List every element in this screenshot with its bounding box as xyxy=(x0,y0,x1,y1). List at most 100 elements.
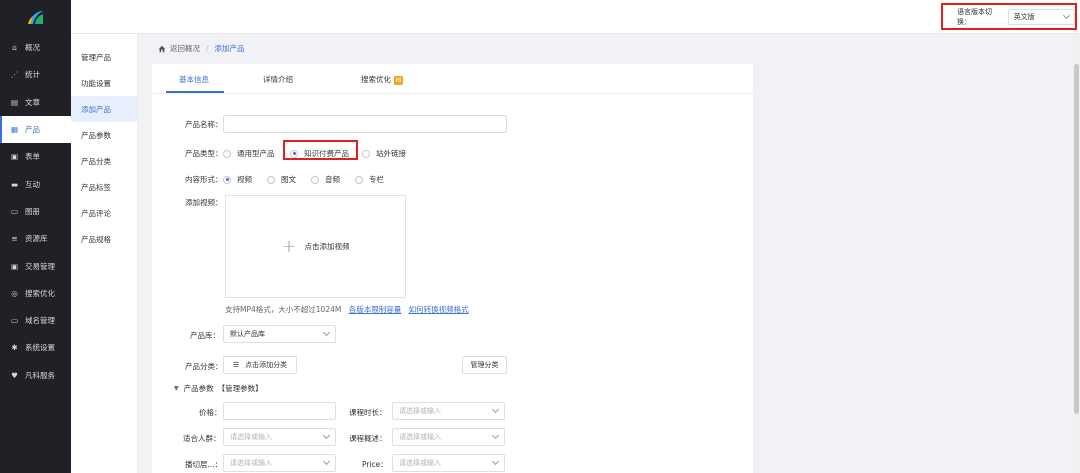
add-video-label: 添加视频： xyxy=(185,198,223,207)
subnav-item-1[interactable]: 功能设置 xyxy=(71,70,137,96)
chevron-down-icon xyxy=(491,405,500,414)
duration-select[interactable]: 请选择或输入 xyxy=(392,402,505,420)
sidebar-item-12[interactable]: ♥ 凡科服务 xyxy=(0,362,71,389)
type-option-external-label: 站外链接 xyxy=(376,149,406,158)
chat-icon: ▬ xyxy=(10,179,19,189)
sidebar-item-label: 搜索优化 xyxy=(25,288,55,298)
price-en-placeholder: 请选择或输入 xyxy=(399,459,441,467)
radio-icon xyxy=(223,149,231,158)
language-select[interactable]: 英文版 xyxy=(1007,8,1075,25)
product-name-input[interactable] xyxy=(223,115,507,133)
price-en-label: Price： xyxy=(362,460,388,469)
page-scrollbar[interactable] xyxy=(1073,34,1080,473)
upload-hint: 支持MP4格式，大小不超过1024M 各版本限制容量 如何转换视频格式 xyxy=(225,304,469,315)
type-option-knowledge-label: 知识付费产品 xyxy=(304,149,349,158)
grid-icon: ▦ xyxy=(10,125,19,135)
overview-label: 课程概述： xyxy=(349,434,387,443)
tab-seo-label: 搜索优化 xyxy=(361,75,391,84)
seo-icon: ◎ xyxy=(11,288,18,298)
sidebar-item-label: 域名管理 xyxy=(25,316,55,326)
sidebar-item-9[interactable]: ◎ 搜索优化 xyxy=(0,280,71,307)
convert-format-link[interactable]: 如何转换视频格式 xyxy=(409,305,469,314)
sidebar-item-label: 互动 xyxy=(25,179,40,189)
sidebar-item-11[interactable]: ✱ 系统设置 xyxy=(0,334,71,361)
content-form-label: 内容形式： xyxy=(185,175,223,184)
chevron-down-icon xyxy=(491,457,500,466)
sidebar-item-10[interactable]: ▭ 域名管理 xyxy=(0,307,71,334)
product-type-label: 产品类型： xyxy=(185,149,223,158)
audience-label: 适合人群： xyxy=(183,434,221,443)
content-option-video-label: 视频 xyxy=(237,175,252,184)
language-select-value: 英文版 xyxy=(1013,12,1035,21)
sidebar-item-7[interactable]: ≡ 资源库 xyxy=(0,225,71,252)
language-switch-highlight: 语言版本切换： 英文版 xyxy=(941,3,1077,30)
sidebar-item-label: 文章 xyxy=(25,97,40,107)
duration-label: 课程时长： xyxy=(349,408,387,417)
app-logo[interactable] xyxy=(0,0,71,34)
gear-icon: ✱ xyxy=(11,343,18,353)
content-option-column[interactable]: 专栏 xyxy=(355,174,384,185)
sidebar-item-5[interactable]: ▬ 互动 xyxy=(0,170,71,197)
list-icon: ☰ xyxy=(232,361,240,369)
sidebar-item-label: 统计 xyxy=(25,70,40,80)
product-params-section[interactable]: ▼ 产品参数 【管理参数】 xyxy=(174,383,263,394)
upload-hint-text: 支持MP4格式，大小不超过1024M xyxy=(225,305,342,314)
top-header: 语言版本切换： 英文版 xyxy=(71,0,1080,34)
add-category-button[interactable]: ☰ 点击添加分类 xyxy=(223,356,297,374)
sidebar-item-label: 系统设置 xyxy=(25,343,55,353)
tab-basic-info[interactable]: 基本信息 xyxy=(179,74,209,85)
home-icon xyxy=(158,45,166,52)
overview-select[interactable]: 请选择或输入 xyxy=(392,428,505,446)
type-option-external[interactable]: 站外链接 xyxy=(362,148,406,159)
breadcrumb-back-link[interactable]: 返回概况 xyxy=(170,43,200,54)
sidebar-item-3[interactable]: ▦ 产品 xyxy=(0,115,71,144)
sidebar-item-6[interactable]: ▭ 图册 xyxy=(0,198,71,225)
broadcast-placeholder: 请选择或输入 xyxy=(230,459,272,467)
chevron-down-icon xyxy=(322,457,331,466)
content-option-audio[interactable]: 音频 xyxy=(311,174,340,185)
scrollbar-thumb[interactable] xyxy=(1074,64,1079,414)
upload-text: 点击添加视频 xyxy=(304,242,350,251)
subnav-item-5[interactable]: 产品标签 xyxy=(71,174,137,200)
tab-seo[interactable]: 搜索优化 Hi xyxy=(361,74,403,85)
capacity-limit-link[interactable]: 各版本限制容量 xyxy=(349,305,402,314)
manage-params-link[interactable]: 【管理参数】 xyxy=(218,383,263,394)
subnav-item-6[interactable]: 产品评论 xyxy=(71,200,137,226)
sidebar-item-1[interactable]: ⋰ 统计 xyxy=(0,61,71,88)
heart-icon: ♥ xyxy=(11,370,18,380)
subnav-item-4[interactable]: 产品分类 xyxy=(71,148,137,174)
type-option-general[interactable]: 通用型产品 xyxy=(223,148,275,159)
sidebar-item-label: 凡科服务 xyxy=(25,370,55,380)
album-icon: ▭ xyxy=(10,206,19,216)
sidebar-item-0[interactable]: ⌂ 概况 xyxy=(0,34,71,61)
type-option-knowledge[interactable]: 知识付费产品 xyxy=(290,148,349,159)
sidebar-item-4[interactable]: ▣ 表单 xyxy=(0,143,71,170)
chevron-down-icon xyxy=(1062,11,1071,19)
subnav-item-2[interactable]: 添加产品 xyxy=(71,96,137,122)
home-icon: ⌂ xyxy=(12,43,17,53)
product-library-select[interactable]: 默认产品库 xyxy=(223,325,336,343)
broadcast-label: 播切层...： xyxy=(185,460,223,469)
tab-detail[interactable]: 详情介绍 xyxy=(263,74,293,85)
article-icon: ▤ xyxy=(10,97,19,107)
price-input[interactable] xyxy=(223,402,336,420)
breadcrumb: 返回概况 / 添加产品 xyxy=(158,43,245,54)
subnav-item-7[interactable]: 产品规格 xyxy=(71,226,137,252)
subnav-item-3[interactable]: 产品参数 xyxy=(71,122,137,148)
sidebar-item-8[interactable]: ▣ 交易管理 xyxy=(0,252,71,279)
video-upload-area[interactable]: + 点击添加视频 xyxy=(225,195,406,298)
price-en-select[interactable]: 请选择或输入 xyxy=(392,454,505,472)
product-library-value: 默认产品库 xyxy=(230,330,265,338)
broadcast-select[interactable]: 请选择或输入 xyxy=(223,454,336,472)
content-option-graphic[interactable]: 图文 xyxy=(267,174,296,185)
content-option-audio-label: 音频 xyxy=(325,175,340,184)
manage-category-button[interactable]: 管理分类 xyxy=(462,356,507,374)
subnav-item-0[interactable]: 管理产品 xyxy=(71,44,137,70)
audience-select[interactable]: 请选择或输入 xyxy=(223,428,336,446)
product-category-label: 产品分类： xyxy=(185,362,223,371)
domain-icon: ▭ xyxy=(10,316,19,326)
trade-icon: ▣ xyxy=(10,261,19,271)
content-option-video[interactable]: 视频 xyxy=(223,174,252,185)
form-icon: ▣ xyxy=(10,152,19,162)
sidebar-item-2[interactable]: ▤ 文章 xyxy=(0,89,71,116)
